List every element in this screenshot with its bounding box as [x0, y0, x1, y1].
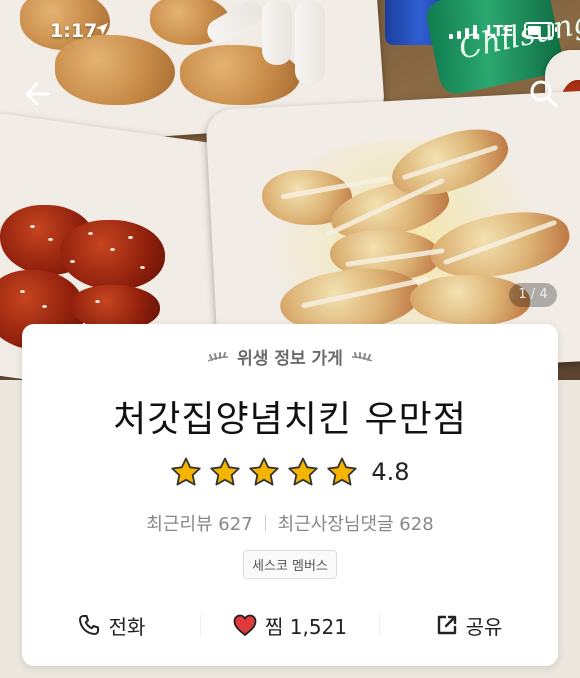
heart-icon — [233, 614, 257, 636]
action-bar: 전화 찜 1,521 공유 — [22, 604, 558, 646]
cesco-members-tag: 세스코 멤버스 — [243, 550, 337, 579]
favorite-count: 찜 1,521 — [264, 614, 347, 639]
call-button-label: 전화 — [108, 614, 146, 639]
sesame-seed — [140, 266, 145, 269]
status-time: 1:17 — [50, 20, 98, 42]
signal-bar — [473, 25, 477, 39]
search-icon[interactable] — [526, 76, 562, 112]
hygiene-badge-label: 위생 정보 가게 — [237, 349, 343, 369]
signal-bar — [457, 31, 461, 39]
sesame-seed — [30, 225, 35, 228]
photo-counter: 1 / 4 — [509, 283, 557, 307]
status-indicators: LTE — [449, 22, 557, 40]
sesame-seed — [88, 232, 93, 235]
review-counts: 최근리뷰 627 최근사장님댓글 628 — [22, 510, 558, 536]
rating: 4.8 — [22, 456, 558, 488]
star-rating — [170, 456, 358, 488]
sesame-seed — [110, 248, 115, 251]
star-icon — [288, 457, 319, 486]
sesame-seed — [128, 236, 133, 239]
sesame-seed — [48, 238, 53, 241]
location-arrow-icon — [96, 23, 108, 35]
sesame-seed — [70, 260, 75, 263]
sesame-seed — [95, 300, 100, 303]
fried-chicken-piece — [55, 35, 175, 105]
star-icon — [327, 457, 358, 486]
rating-value: 4.8 — [371, 458, 410, 486]
recent-reviews-link[interactable]: 최근리뷰 627 — [146, 510, 252, 536]
store-photo[interactable]: Chilsung — [0, 0, 580, 380]
battery-icon — [523, 22, 557, 39]
tag-row: 세스코 멤버스 — [22, 550, 558, 579]
laurel-left-icon — [207, 351, 229, 362]
hygiene-badge: 위생 정보 가게 — [22, 344, 558, 369]
network-type: LTE — [486, 22, 514, 40]
call-button[interactable]: 전화 — [22, 611, 200, 640]
phone-icon — [78, 615, 99, 635]
signal-bar — [449, 34, 453, 39]
sesame-seed — [20, 290, 25, 293]
back-arrow-icon[interactable] — [20, 76, 56, 112]
star-icon — [210, 457, 241, 486]
share-button-label: 공유 — [465, 614, 503, 639]
star-icon — [171, 457, 202, 486]
signal-bar — [465, 28, 469, 39]
rice-cake — [262, 0, 292, 65]
owner-replies-link[interactable]: 최근사장님댓글 628 — [278, 510, 434, 536]
share-button[interactable]: 공유 — [380, 611, 558, 640]
store-info-card: 위생 정보 가게 처갓집양념치킨 우만점 4.8 최근리뷰 627 최근사장님댓… — [22, 324, 558, 666]
battery-level — [527, 26, 539, 35]
sesame-seed — [42, 305, 47, 308]
favorite-button[interactable]: 찜 1,521 — [201, 611, 379, 640]
share-icon — [437, 615, 456, 635]
laurel-right-icon — [351, 351, 373, 362]
rice-cake — [295, 0, 325, 85]
store-name: 처갓집양념치킨 우만점 — [113, 399, 467, 440]
divider — [264, 515, 266, 531]
star-icon — [249, 457, 280, 486]
